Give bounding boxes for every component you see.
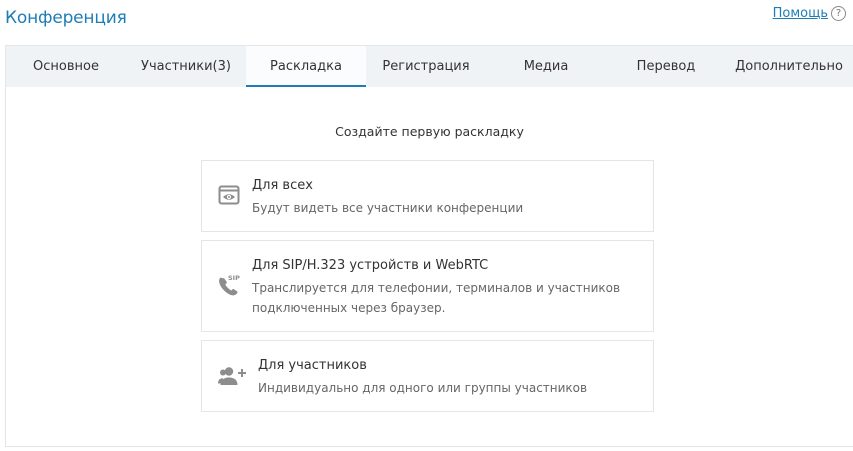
help-icon[interactable]: ? xyxy=(831,6,846,21)
help: Помощь ? xyxy=(773,6,846,21)
add-participants-icon xyxy=(217,365,247,391)
sip-phone-icon: SIP xyxy=(216,273,242,303)
svg-text:SIP: SIP xyxy=(228,274,240,282)
tab-registration[interactable]: Регистрация xyxy=(366,46,486,87)
tab-media[interactable]: Медиа xyxy=(486,46,606,87)
option-description-line2: подключенных через браузер. xyxy=(252,301,446,315)
option-description-line1: Транслируется для телефонии, терминалов … xyxy=(252,281,621,295)
tab-layout[interactable]: Раскладка xyxy=(246,46,366,87)
option-title: Для участников xyxy=(258,358,367,373)
help-link[interactable]: Помощь xyxy=(773,6,828,21)
layout-option-all[interactable]: Для всех Будут видеть все участники конф… xyxy=(201,160,654,232)
layout-option-participants[interactable]: Для участников Индивидуально для одного … xyxy=(201,340,654,412)
option-title: Для SIP/H.323 устройств и WebRTC xyxy=(252,258,489,273)
layout-option-sip[interactable]: SIP Для SIP/H.323 устройств и WebRTC Тра… xyxy=(201,240,654,332)
option-description: Индивидуально для одного или группы учас… xyxy=(258,381,588,395)
option-description: Будут видеть все участники конференции xyxy=(252,201,524,215)
tab-participants[interactable]: Участники(3) xyxy=(126,46,246,87)
eye-window-icon xyxy=(218,184,240,210)
page-title: Конференция xyxy=(5,8,127,28)
empty-state-heading: Создайте первую раскладку xyxy=(335,124,524,139)
tab-advanced[interactable]: Дополнительно xyxy=(726,46,852,87)
tab-bar: Основное Участники(3) Раскладка Регистра… xyxy=(6,46,853,87)
layout-panel: Основное Участники(3) Раскладка Регистра… xyxy=(5,45,853,447)
tab-translation[interactable]: Перевод xyxy=(606,46,726,87)
tab-main[interactable]: Основное xyxy=(6,46,126,87)
option-title: Для всех xyxy=(252,178,313,193)
